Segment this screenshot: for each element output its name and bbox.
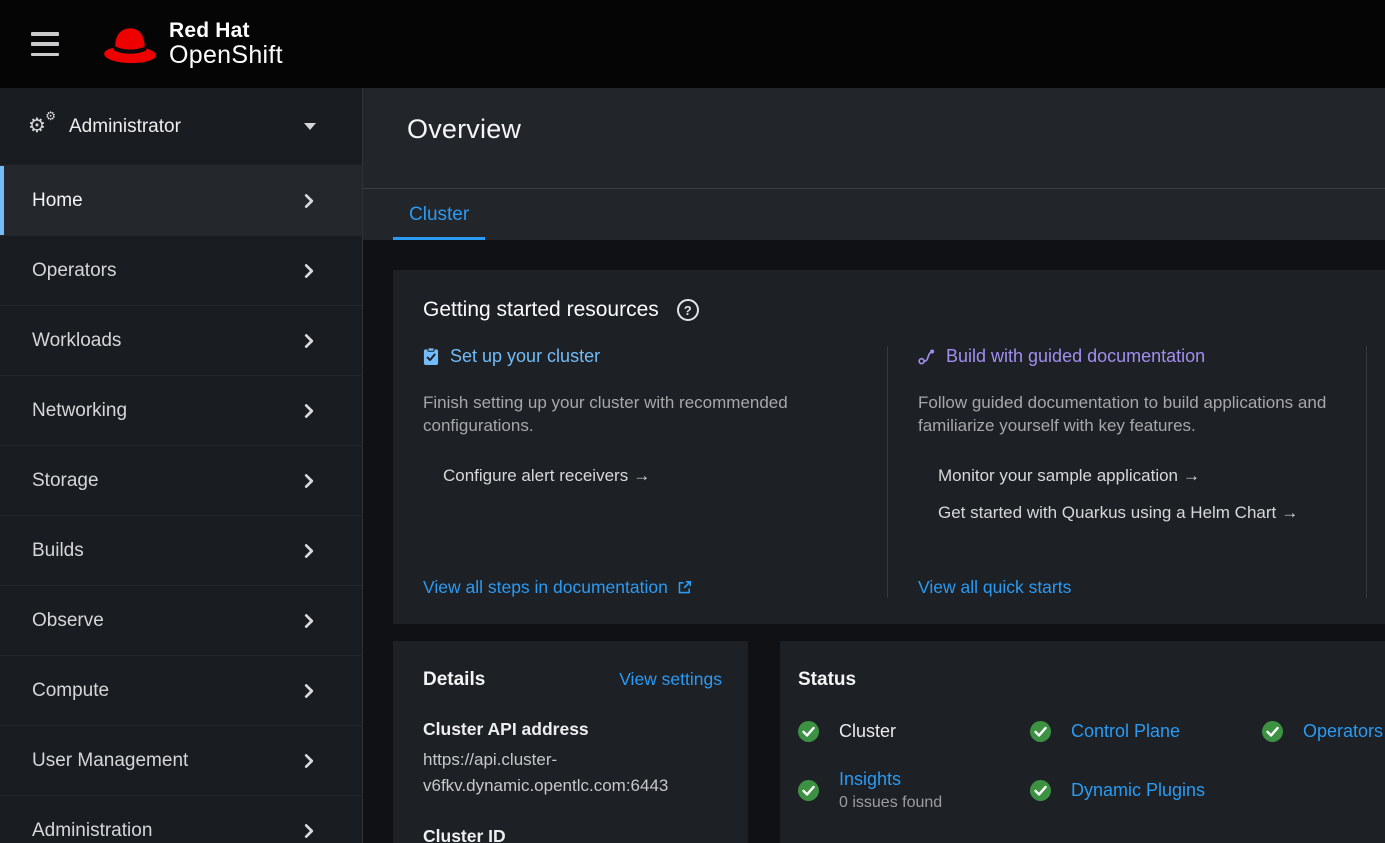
sidebar-item-networking[interactable]: Networking <box>0 376 362 446</box>
getting-started-column-setup: Set up your cluster Finish setting up yo… <box>423 346 887 598</box>
arrow-right-icon: → <box>1183 466 1200 485</box>
hamburger-menu-icon[interactable] <box>30 31 60 57</box>
sidebar-item-user-management[interactable]: User Management <box>0 726 362 796</box>
page-header: Overview <box>363 88 1385 188</box>
nav-label: User Management <box>32 750 188 772</box>
status-title: Status <box>798 669 856 691</box>
nav-label: Compute <box>32 680 109 702</box>
getting-started-title-row: Getting started resources ? <box>423 298 1385 322</box>
chevron-right-icon <box>302 404 316 418</box>
tab-label: Cluster <box>409 204 469 226</box>
sidebar-item-storage[interactable]: Storage <box>0 446 362 516</box>
chevron-right-icon <box>302 684 316 698</box>
status-card: Status View alerts Cluster <box>780 641 1385 843</box>
sidebar-item-workloads[interactable]: Workloads <box>0 306 362 376</box>
brand-name: Red Hat <box>169 20 283 42</box>
check-circle-icon <box>1030 721 1051 742</box>
monitor-sample-app-link[interactable]: Monitor your sample application→ <box>938 466 1350 486</box>
caret-down-icon <box>304 123 316 130</box>
tab-bar: Cluster <box>363 188 1385 240</box>
status-item-dynamic-plugins: Dynamic Plugins <box>1030 769 1262 812</box>
openshift-console: Red Hat OpenShift ⚙⚙ Administrator Home … <box>0 0 1385 843</box>
getting-started-card: Getting started resources ? <box>393 270 1385 624</box>
cluster-api-address-value: https://api.cluster-v6fkv.dynamic.opentl… <box>423 747 722 798</box>
setup-cluster-link[interactable]: Set up your cluster <box>423 346 843 367</box>
overview-dashboard: Getting started resources ? <box>363 240 1385 843</box>
view-all-quick-starts-link[interactable]: View all quick starts <box>918 577 1350 598</box>
sidebar-item-administration[interactable]: Administration <box>0 796 362 843</box>
sidebar-item-home[interactable]: Home <box>0 166 362 236</box>
chevron-right-icon <box>302 824 316 838</box>
main-content: Overview Cluster Getting started resourc… <box>363 88 1385 843</box>
external-link-icon <box>677 580 692 595</box>
status-item-control-plane: Control Plane <box>1030 721 1262 742</box>
setup-cluster-description: Finish setting up your cluster with reco… <box>423 391 843 438</box>
nav-label: Observe <box>32 610 104 632</box>
chevron-right-icon <box>302 194 316 208</box>
nav-label: Administration <box>32 820 152 842</box>
brand-logo: Red Hat OpenShift <box>102 20 283 68</box>
sidebar-item-compute[interactable]: Compute <box>0 656 362 726</box>
cogs-icon: ⚙⚙ <box>30 116 54 138</box>
guided-documentation-label: Build with guided documentation <box>946 346 1205 367</box>
chevron-right-icon <box>302 544 316 558</box>
perspective-label: Administrator <box>69 116 181 138</box>
chevron-right-icon <box>302 334 316 348</box>
view-settings-link[interactable]: View settings <box>619 669 722 690</box>
guided-documentation-link[interactable]: Build with guided documentation <box>918 346 1350 367</box>
getting-started-column-cutoff <box>1366 346 1385 598</box>
setup-cluster-label: Set up your cluster <box>450 346 600 367</box>
quarkus-helm-chart-link[interactable]: Get started with Quarkus using a Helm Ch… <box>938 503 1350 523</box>
chevron-right-icon <box>302 754 316 768</box>
nav-label: Storage <box>32 470 99 492</box>
clipboard-check-icon <box>423 347 439 366</box>
help-icon[interactable]: ? <box>677 299 699 321</box>
sidebar-item-observe[interactable]: Observe <box>0 586 362 656</box>
check-circle-icon <box>798 721 819 742</box>
getting-started-title: Getting started resources <box>423 298 659 322</box>
status-item-operators: Operators <box>1262 721 1385 742</box>
chevron-right-icon <box>302 614 316 628</box>
guided-documentation-description: Follow guided documentation to build app… <box>918 391 1350 438</box>
nav-label: Networking <box>32 400 127 422</box>
cluster-api-address-label: Cluster API address <box>423 719 722 740</box>
nav-label: Builds <box>32 540 84 562</box>
details-title: Details <box>423 669 485 691</box>
insights-issues-count: 0 issues found <box>839 794 942 812</box>
getting-started-column-guided-docs: Build with guided documentation Follow g… <box>887 346 1366 598</box>
route-icon <box>918 348 935 365</box>
arrow-right-icon: → <box>1281 503 1298 522</box>
brand-product: OpenShift <box>169 42 283 68</box>
check-circle-icon <box>1262 721 1283 742</box>
nav-label: Home <box>32 190 83 212</box>
chevron-right-icon <box>302 264 316 278</box>
nav-list: Home Operators Workloads Networking Stor… <box>0 166 362 843</box>
status-item-cluster: Cluster <box>798 721 1030 742</box>
sidebar-nav: ⚙⚙ Administrator Home Operators Workload… <box>0 88 363 843</box>
sidebar-item-operators[interactable]: Operators <box>0 236 362 306</box>
cluster-id-label: Cluster ID <box>423 826 722 843</box>
view-all-steps-link[interactable]: View all steps in documentation <box>423 577 843 598</box>
sidebar-item-builds[interactable]: Builds <box>0 516 362 586</box>
chevron-right-icon <box>302 474 316 488</box>
masthead: Red Hat OpenShift <box>0 0 1385 88</box>
status-item-insights: Insights 0 issues found <box>798 769 1030 812</box>
check-circle-icon <box>1030 780 1051 801</box>
details-card: Details View settings Cluster API addres… <box>393 641 748 843</box>
page-title: Overview <box>407 114 1385 145</box>
configure-alert-receivers-link[interactable]: Configure alert receivers→ <box>443 466 843 486</box>
nav-label: Workloads <box>32 330 121 352</box>
arrow-right-icon: → <box>633 466 650 485</box>
nav-label: Operators <box>32 260 116 282</box>
tab-cluster[interactable]: Cluster <box>393 189 485 240</box>
check-circle-icon <box>798 780 819 801</box>
perspective-switcher[interactable]: ⚙⚙ Administrator <box>0 88 362 166</box>
red-hat-fedora-icon <box>102 24 158 64</box>
